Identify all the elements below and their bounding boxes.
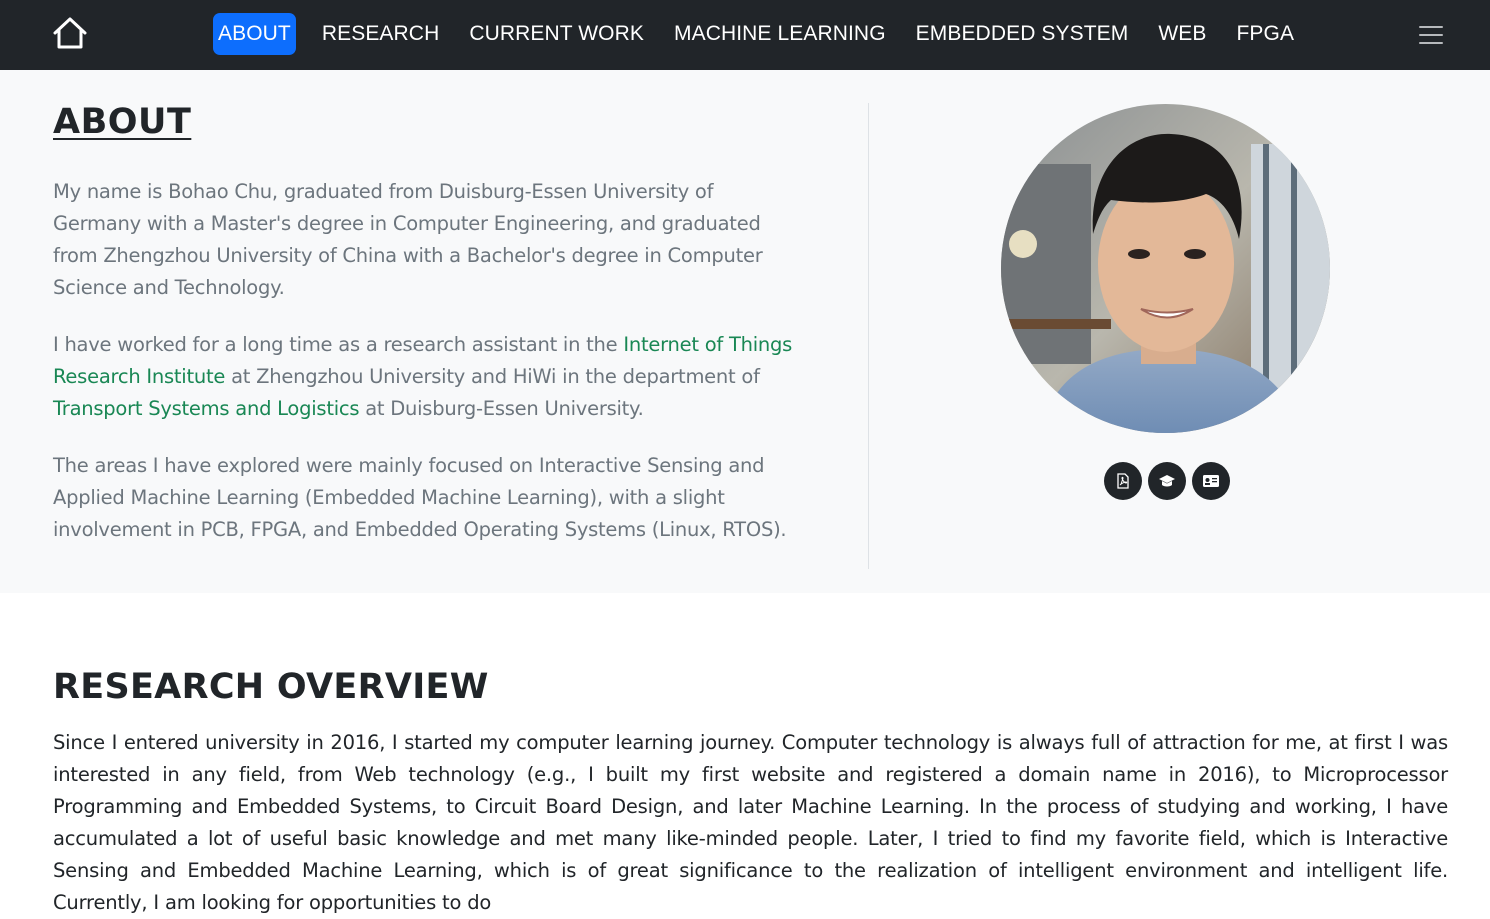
graduation-cap-icon xyxy=(1159,475,1175,487)
vertical-divider xyxy=(868,103,869,569)
research-heading: RESEARCH OVERVIEW xyxy=(53,667,489,707)
profile-photo xyxy=(1001,104,1330,433)
top-navbar: ABOUT RESEARCH CURRENT WORK MACHINE LEAR… xyxy=(0,0,1490,70)
pdf-icon xyxy=(1117,473,1129,489)
home-icon xyxy=(53,17,87,49)
social-links xyxy=(1104,462,1230,500)
nav-item-about[interactable]: ABOUT xyxy=(213,13,296,55)
nav-item-fpga[interactable]: FPGA xyxy=(1221,13,1309,55)
about-paragraph-3: The areas I have explored were mainly fo… xyxy=(53,454,787,541)
nav-item-web[interactable]: WEB xyxy=(1143,13,1221,55)
nav-item-current-work[interactable]: CURRENT WORK xyxy=(454,13,659,55)
about-paragraph-1: My name is Bohao Chu, graduated from Dui… xyxy=(53,180,763,299)
research-section: RESEARCH OVERVIEW Since I entered univer… xyxy=(0,593,1490,914)
about-section: ABOUT My name is Bohao Chu, graduated fr… xyxy=(0,70,1490,593)
cv-pdf-button[interactable] xyxy=(1104,462,1142,500)
about-p2-text-end: at Duisburg-Essen University. xyxy=(359,397,644,420)
scholar-button[interactable] xyxy=(1148,462,1186,500)
nav-item-embedded-system[interactable]: EMBEDDED SYSTEM xyxy=(901,13,1144,55)
about-p2-text-start: I have worked for a long time as a resea… xyxy=(53,333,624,356)
about-p2-text-middle: at Zhengzhou University and HiWi in the … xyxy=(225,365,760,388)
id-card-icon xyxy=(1203,475,1219,487)
hamburger-menu-icon[interactable] xyxy=(1416,22,1446,48)
nav-item-machine-learning[interactable]: MACHINE LEARNING xyxy=(659,13,901,55)
nav-item-research[interactable]: RESEARCH xyxy=(307,13,455,55)
home-link[interactable] xyxy=(52,16,88,50)
nav-menu: ABOUT RESEARCH CURRENT WORK MACHINE LEAR… xyxy=(213,13,1309,55)
about-paragraph-2: I have worked for a long time as a resea… xyxy=(53,329,793,425)
contact-card-button[interactable] xyxy=(1192,462,1230,500)
research-text: Since I entered university in 2016, I st… xyxy=(53,731,1448,914)
about-heading: ABOUT xyxy=(53,102,192,142)
transport-logistics-link[interactable]: Transport Systems and Logistics xyxy=(53,397,360,420)
about-text: My name is Bohao Chu, graduated from Dui… xyxy=(53,176,793,571)
